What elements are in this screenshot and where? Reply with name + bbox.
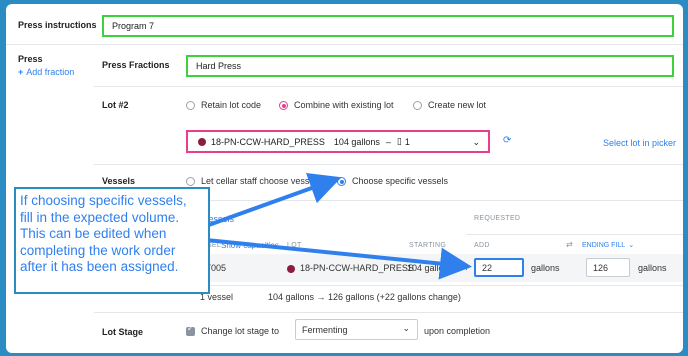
arrow-to-specific-vessels [205, 173, 342, 228]
callout-line: If choosing specific vessels, [20, 193, 187, 208]
callout-line: This can be edited when [20, 226, 167, 241]
arrow-to-add-input [205, 238, 472, 280]
annotation-callout: If choosing specific vessels, fill in th… [14, 187, 210, 294]
callout-line: completing the work order [20, 242, 176, 258]
callout-line: fill in the expected volume. [20, 209, 180, 225]
work-order-form: Press instructions Program 7 Press + Add … [6, 4, 683, 353]
callout-line: after it has been assigned. [20, 259, 179, 274]
annotation-arrows [205, 173, 472, 280]
